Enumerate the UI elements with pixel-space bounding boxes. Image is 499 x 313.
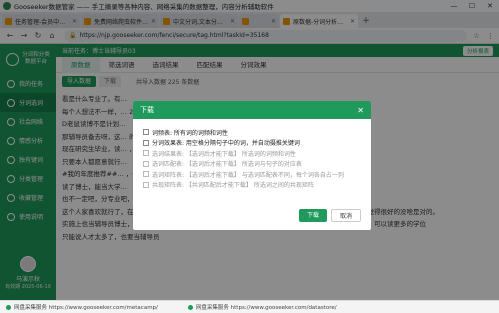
status-dot-icon [6,304,11,310]
option-label: 共现矩阵表: 【共词匹配后才能下载】 所选词之间的共现矩阵 [152,182,314,190]
checkbox[interactable] [143,129,149,136]
option-word-match: 选词匹配表: 【选词后才能下载】 所选词与句子的对应表 [143,159,363,170]
dialog-title: 下载 [140,106,154,114]
close-icon[interactable]: ✕ [357,106,364,115]
checkbox [143,160,149,167]
status-item[interactable]: 网盘采集服务 https://www.gooseeker.com/metacam… [6,303,158,311]
dialog-footer: 下载 取消 [298,209,361,222]
option-label: 选词匹配表: 【选词后才能下载】 所选词与句子的对应表 [152,161,302,169]
option-label: 选词矩阵表: 【选词后才能下载】 与选词匹配表不同，每个词各自占一列 [152,171,344,179]
confirm-download-button[interactable]: 下载 [298,209,327,222]
option-label: 词频表: 所有词的词频和词性 [152,129,228,137]
option-word-matrix: 选词矩阵表: 【选词后才能下载】 与选词匹配表不同，每个词各自占一列 [143,169,363,180]
option-segmentation-effect[interactable]: 分词效果表: 用空格分隔句子中的词，并自动摄推关键词 [143,138,363,149]
cancel-button[interactable]: 取消 [330,209,361,222]
dialog-body: 词频表: 所有词的词频和词性 分词效果表: 用空格分隔句子中的词，并自动摄推关键… [133,119,371,190]
status-bar: 网盘采集服务 https://www.gooseeker.com/metacam… [0,300,499,313]
checkbox [143,150,149,157]
status-text: 网盘采集服务 https://www.gooseeker.com/datasto… [195,305,337,311]
checkbox [143,181,149,188]
status-dot-icon [187,304,193,310]
checkbox[interactable] [143,139,149,146]
option-cooccurrence-matrix: 共现矩阵表: 【共词匹配后才能下载】 所选词之间的共现矩阵 [143,180,363,191]
option-word-frequency[interactable]: 词频表: 所有词的词频和词性 [143,127,363,138]
download-dialog: 下载 ✕ 词频表: 所有词的词频和词性 分词效果表: 用空格分隔句子中的词，并自… [133,101,371,230]
checkbox [143,171,149,178]
status-text: 网盘采集服务 https://www.gooseeker.com/metacam… [14,305,158,311]
dialog-header: 下载 ✕ [133,101,371,119]
option-label: 分词效果表: 用空格分隔句子中的词，并自动摄推关键词 [152,140,300,148]
status-item[interactable]: 网盘采集服务 https://www.gooseeker.com/datasto… [187,303,337,311]
option-label: 选词结果表: 【选词后才能下载】 所选词的词频和词性 [152,150,296,158]
option-selected-words: 选词结果表: 【选词后才能下载】 所选词的词频和词性 [143,148,363,159]
